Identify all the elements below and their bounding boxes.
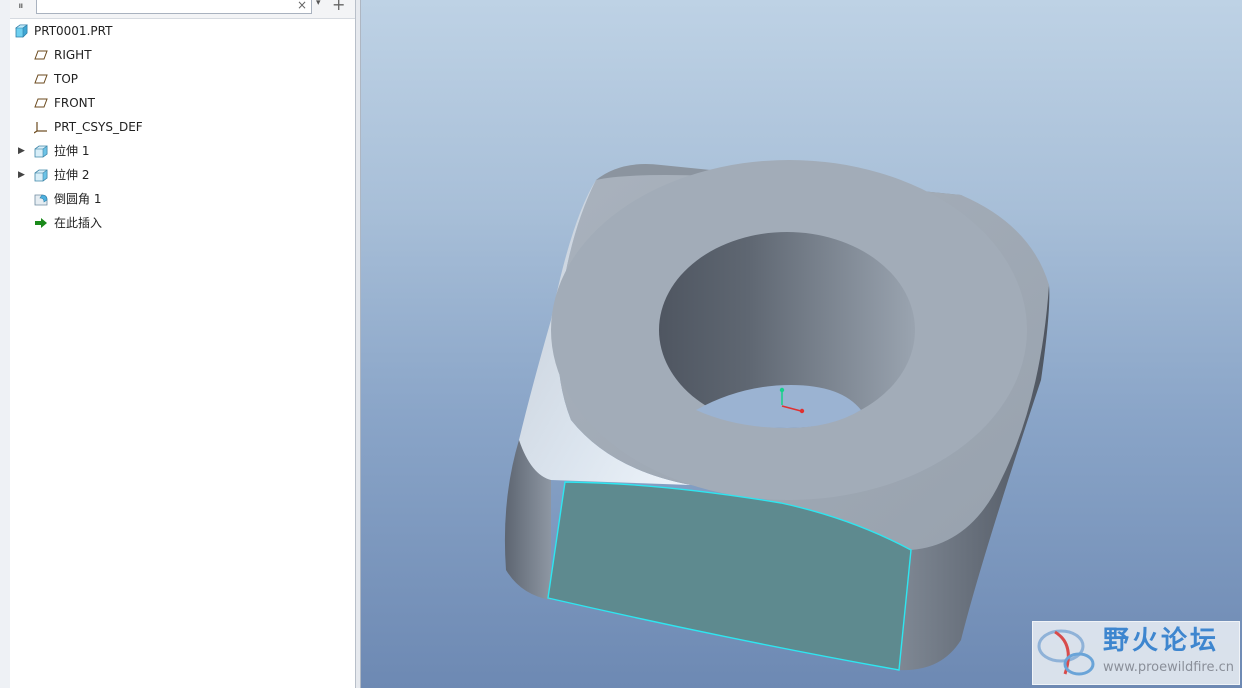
tree-item-label: FRONT — [54, 96, 95, 110]
tree-item-insert-here[interactable]: 在此插入 — [34, 212, 344, 234]
tree-item-front[interactable]: FRONT — [34, 92, 344, 114]
tree-item-label: TOP — [54, 72, 79, 86]
add-icon[interactable]: + — [332, 0, 345, 14]
tree-item-right[interactable]: RIGHT — [34, 44, 344, 66]
tree-item-extrude-1[interactable]: ▶ 拉伸 1 — [18, 140, 344, 162]
extrude-icon — [34, 145, 48, 158]
tree-item-label: 拉伸 2 — [54, 168, 90, 182]
tree-item-prt-csys-def[interactable]: PRT_CSYS_DEF — [34, 116, 344, 138]
tree-root-item[interactable]: PRT0001.PRT — [14, 20, 344, 42]
part-icon — [15, 24, 28, 38]
expand-arrow-icon[interactable]: ▶ — [18, 140, 25, 162]
graphics-viewport[interactable]: 野火论坛 www.proewildfire.cn — [361, 0, 1242, 688]
watermark-title: 野火论坛 — [1103, 626, 1220, 656]
search-box[interactable]: × — [36, 0, 312, 14]
insert-here-arrow-icon — [35, 218, 47, 228]
forum-watermark: 野火论坛 www.proewildfire.cn — [1032, 621, 1240, 685]
search-input[interactable] — [39, 0, 289, 13]
tree-item-label: PRT0001.PRT — [34, 24, 113, 38]
chevron-down-icon[interactable]: ▾ — [316, 0, 321, 8]
tree-item-round-1[interactable]: 倒圆角 1 — [34, 188, 344, 210]
round-icon — [34, 194, 48, 206]
watermark-url: www.proewildfire.cn — [1103, 660, 1234, 675]
tree-item-label: PRT_CSYS_DEF — [54, 120, 143, 134]
datum-plane-icon — [34, 50, 48, 60]
model-tree-panel: ⏸ × ▾ + PRT0001.PRT RIGHT TOP FRONT PRT_… — [10, 0, 356, 688]
datum-plane-icon — [34, 74, 48, 84]
3d-model[interactable] — [361, 0, 1242, 688]
clear-icon[interactable]: × — [297, 0, 307, 13]
panel-grip-icon[interactable]: ⏸ — [18, 0, 24, 12]
tree-item-label: 在此插入 — [54, 216, 103, 230]
tree-item-label: RIGHT — [54, 48, 92, 62]
watermark-logo-icon — [1037, 629, 1095, 676]
datum-plane-icon — [34, 98, 48, 108]
tree-item-label: 倒圆角 1 — [54, 192, 102, 206]
expand-arrow-icon[interactable]: ▶ — [18, 164, 25, 186]
tree-item-label: 拉伸 1 — [54, 144, 90, 158]
tree-item-top[interactable]: TOP — [34, 68, 344, 90]
coordinate-system-icon — [34, 122, 47, 134]
tree-item-extrude-2[interactable]: ▶ 拉伸 2 — [18, 164, 344, 186]
model-tree-toolbar: ⏸ × ▾ + — [10, 0, 355, 19]
extrude-icon — [34, 169, 48, 182]
